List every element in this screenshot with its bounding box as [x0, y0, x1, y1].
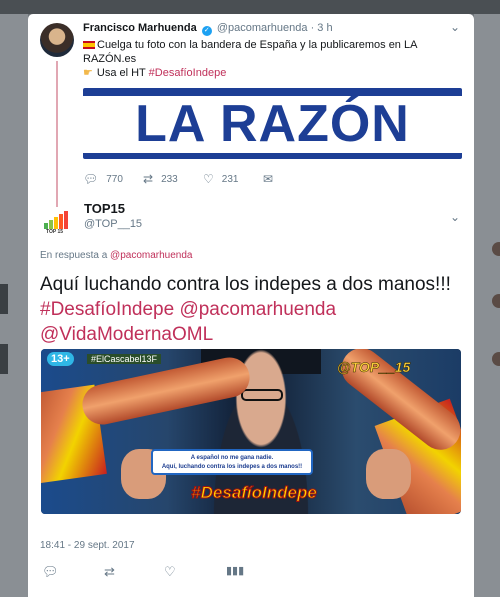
background-right-column: [474, 14, 500, 597]
reply-icon[interactable]: 💬︎: [42, 564, 59, 580]
parent-tweet-text: Cuelga tu foto con la bandera de España …: [83, 38, 463, 80]
logo-bar: [49, 220, 53, 229]
background-left-column: [0, 14, 28, 597]
reply-context: En respuesta a @pacomarhuenda: [40, 250, 192, 261]
tweet-media-image[interactable]: 13+ #ElCascabel13F @TOP__15 A español no…: [41, 349, 461, 514]
hashtag-link[interactable]: #DesafíoIndepe: [40, 299, 174, 320]
background-image-fragment: [0, 284, 8, 314]
logo-bar: [59, 214, 63, 229]
age-rating-badge: 13+: [47, 352, 74, 366]
reply-handle-link[interactable]: @pacomarhuenda: [110, 250, 192, 261]
background-header: [0, 0, 500, 14]
chevron-down-icon[interactable]: ⌄: [450, 210, 460, 224]
mention-link[interactable]: @pacomarhuenda: [174, 299, 336, 320]
reply-prefix: En respuesta a: [40, 250, 111, 261]
tweet-text: Aquí luchando contra los indepes a dos m…: [40, 272, 460, 347]
background-avatar: [492, 352, 500, 366]
mention-link[interactable]: @VidaModernaOML: [40, 324, 213, 345]
author-name[interactable]: TOP15: [84, 201, 125, 216]
author-handle[interactable]: @pacomarhuenda: [217, 22, 308, 34]
separator-dot: ·: [310, 22, 315, 34]
hashtag-link[interactable]: #DesafíoIndepe: [149, 67, 227, 79]
verified-icon: ✓: [201, 26, 212, 36]
tweet-text-plain: Aquí luchando contra los indepes a dos m…: [40, 274, 451, 295]
author-handle[interactable]: @TOP__15: [84, 218, 142, 230]
tweet-time[interactable]: 3 h: [317, 22, 332, 34]
bubble-line-2: Aquí, luchando contra los indepes a dos …: [161, 464, 303, 470]
tweet-timestamp[interactable]: 18:41 - 29 sept. 2017: [40, 540, 135, 551]
thread-connector: [56, 61, 58, 207]
heart-icon: ♡: [203, 172, 214, 186]
la-razon-banner-image[interactable]: LA RAZÓN: [83, 88, 462, 159]
retweet-button[interactable]: ⇄ 233: [143, 172, 203, 186]
logo-bar: [64, 211, 68, 229]
reply-count: 770: [106, 173, 123, 185]
retweet-icon[interactable]: ⇄: [104, 564, 115, 580]
parent-tweet-header: Francisco Marhuenda ✓ @pacomarhuenda · 3…: [83, 22, 333, 36]
tv-hashtag-tag: #ElCascabel13F: [87, 354, 162, 364]
speech-bubble: A español no me gana nadie. Aquí, luchan…: [151, 449, 313, 475]
avatar[interactable]: TOP 15: [42, 207, 70, 235]
background-avatar: [492, 242, 500, 256]
logo-bar: [54, 217, 58, 229]
banner-logo-text: LA RAZÓN: [135, 95, 410, 153]
background-avatar: [492, 294, 500, 308]
tweet-modal: Francisco Marhuenda ✓ @pacomarhuenda · 3…: [28, 14, 474, 597]
tweet-line-1: Cuelga tu foto con la bandera de España …: [83, 39, 417, 65]
heart-icon[interactable]: ♡: [164, 564, 176, 580]
reply-icon: 💬︎: [83, 172, 99, 186]
message-button[interactable]: ✉: [263, 172, 323, 186]
spain-flag-icon: [83, 41, 95, 49]
image-hashtag-overlay: #DesafíoIndepe: [191, 483, 318, 503]
image-watermark: @TOP__15: [337, 359, 411, 376]
analytics-icon[interactable]: ▮▮▮: [226, 564, 244, 577]
bubble-line-1: A español no me gana nadie.: [190, 455, 274, 461]
like-count: 231: [221, 173, 239, 185]
retweet-count: 233: [161, 173, 178, 185]
image-glasses: [241, 389, 283, 401]
reply-button[interactable]: 💬︎ 770: [83, 172, 143, 186]
avatar[interactable]: [40, 23, 74, 57]
pointing-hand-icon: ☛: [83, 67, 93, 79]
author-name[interactable]: Francisco Marhuenda: [83, 22, 197, 34]
image-hand-right: [366, 449, 411, 499]
parent-tweet-actions: 💬︎ 770 ⇄ 233 ♡ 231 ✉: [83, 172, 323, 186]
avatar-label: TOP 15: [46, 229, 64, 235]
envelope-icon: ✉: [263, 172, 274, 186]
tweet-line-2: Usa el HT: [96, 67, 149, 79]
chevron-down-icon[interactable]: ⌄: [450, 20, 460, 34]
retweet-icon: ⇄: [143, 172, 154, 186]
like-button[interactable]: ♡ 231: [203, 172, 263, 186]
background-image-fragment: [0, 344, 8, 374]
